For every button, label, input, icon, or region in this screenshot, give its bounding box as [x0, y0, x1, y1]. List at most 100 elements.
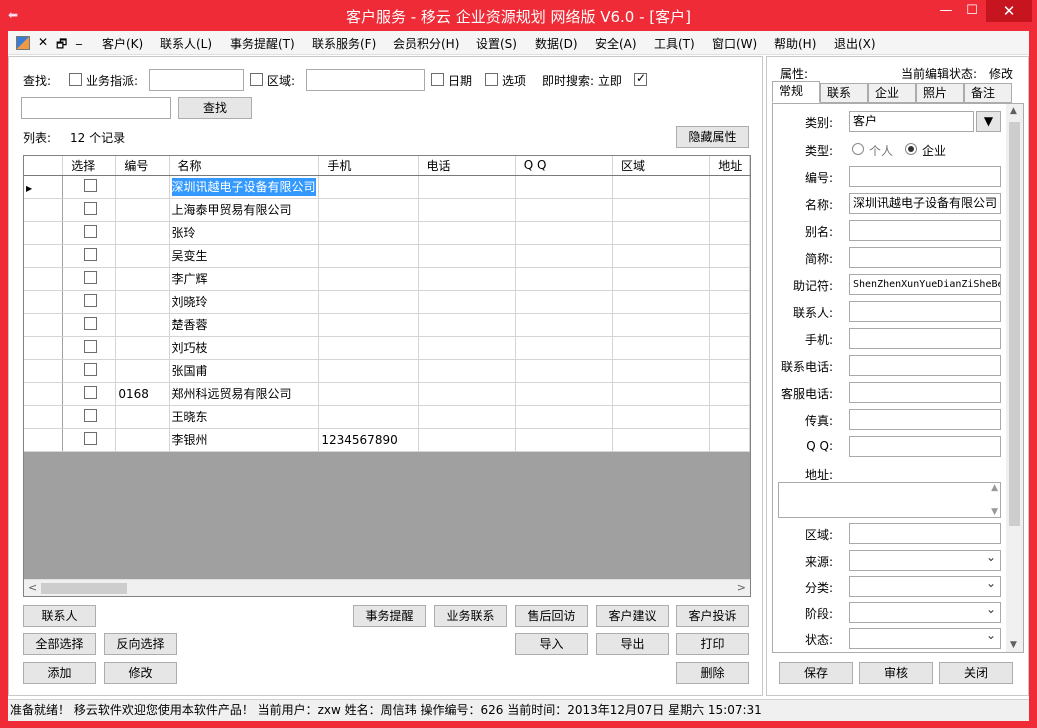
select-checkbox[interactable]: [83, 293, 97, 307]
cell-code[interactable]: [115, 221, 170, 245]
name-input[interactable]: 深圳讯越电子设备有限公司: [849, 193, 1001, 214]
status-select[interactable]: [849, 628, 1001, 649]
cell-code[interactable]: [115, 175, 170, 199]
scrollbar-thumb[interactable]: [41, 583, 127, 594]
region-input[interactable]: [306, 69, 425, 91]
cell-phone[interactable]: [418, 175, 516, 199]
cell-region[interactable]: [612, 336, 711, 360]
cell-code[interactable]: [115, 198, 170, 222]
cell-address[interactable]: [709, 244, 750, 268]
cell-code[interactable]: [115, 405, 170, 429]
cell-address[interactable]: [709, 267, 750, 291]
table-row[interactable]: 上海泰甲贸易有限公司: [24, 198, 750, 222]
cell-mobile[interactable]: [318, 359, 419, 383]
row-header[interactable]: [24, 405, 64, 429]
cell-code[interactable]: [115, 336, 170, 360]
form-scrollbar-thumb[interactable]: [1009, 122, 1020, 526]
row-select-checkbox[interactable]: [62, 428, 117, 452]
maximize-button[interactable]: ☐: [960, 0, 984, 22]
mnemonic-input[interactable]: ShenZhenXunYueDianZiSheBe: [849, 274, 1001, 295]
date-checkbox[interactable]: [431, 73, 444, 86]
table-row[interactable]: 刘晓玲: [24, 290, 750, 314]
cell-name[interactable]: 王晓东: [169, 405, 320, 429]
code-input[interactable]: [849, 166, 1001, 187]
select-checkbox[interactable]: [83, 385, 97, 399]
cell-name[interactable]: 刘晓玲: [169, 290, 320, 314]
table-row[interactable]: 李银州 1234567890: [24, 428, 750, 452]
cell-address[interactable]: [709, 382, 750, 406]
row-header[interactable]: [24, 428, 64, 452]
menu-window[interactable]: 窗口(W): [712, 35, 757, 52]
print-button[interactable]: 打印: [676, 633, 749, 655]
col-header-phone[interactable]: 电话: [418, 156, 516, 176]
scroll-left-icon[interactable]: <: [28, 581, 37, 594]
cell-code[interactable]: [115, 267, 170, 291]
row-select-checkbox[interactable]: [62, 382, 117, 406]
cell-mobile[interactable]: [318, 198, 419, 222]
cell-address[interactable]: [709, 359, 750, 383]
tab-notes[interactable]: 备注: [964, 83, 1012, 103]
scroll-down-icon[interactable]: ▼: [1010, 640, 1017, 650]
cell-region[interactable]: [612, 290, 711, 314]
contacts-button[interactable]: 联系人: [23, 605, 96, 627]
cell-code[interactable]: [115, 290, 170, 314]
col-header-region[interactable]: 区域: [612, 156, 711, 176]
owner-input[interactable]: [149, 69, 244, 91]
delete-button[interactable]: 删除: [676, 662, 749, 684]
cell-region[interactable]: [612, 405, 711, 429]
row-header[interactable]: [24, 382, 64, 406]
cell-region[interactable]: [612, 221, 711, 245]
find-button[interactable]: 查找: [178, 97, 252, 119]
menu-security[interactable]: 安全(A): [595, 35, 637, 52]
textarea-scroll-up-icon[interactable]: ▲: [991, 483, 998, 493]
cell-phone[interactable]: [418, 244, 516, 268]
edit-button[interactable]: 修改: [104, 662, 177, 684]
table-row[interactable]: 张玲: [24, 221, 750, 245]
cell-name[interactable]: 郑州科远贸易有限公司: [169, 382, 320, 406]
after-sales-button[interactable]: 售后回访: [515, 605, 588, 627]
row-select-checkbox[interactable]: [62, 198, 117, 222]
cell-mobile[interactable]: [318, 267, 419, 291]
cell-mobile[interactable]: [318, 336, 419, 360]
row-header[interactable]: [24, 313, 64, 337]
add-button[interactable]: 添加: [23, 662, 96, 684]
row-header[interactable]: [24, 198, 64, 222]
cell-qq[interactable]: [515, 428, 613, 452]
category-select[interactable]: 客户: [849, 111, 974, 132]
table-row[interactable]: ▶ 深圳讯越电子设备有限公司: [24, 175, 750, 199]
menu-reminders[interactable]: 事务提醒(T): [230, 35, 295, 52]
cell-qq[interactable]: [515, 313, 613, 337]
tab-general[interactable]: 常规: [772, 81, 820, 103]
row-header[interactable]: [24, 244, 64, 268]
close-window-button[interactable]: ✕: [986, 0, 1032, 22]
suggestion-button[interactable]: 客户建议: [596, 605, 669, 627]
class-select[interactable]: [849, 576, 1001, 597]
mdi-app-icon[interactable]: [16, 36, 30, 50]
cell-qq[interactable]: [515, 267, 613, 291]
fax-input[interactable]: [849, 409, 1001, 430]
row-select-checkbox[interactable]: [62, 336, 117, 360]
cell-code[interactable]: [115, 313, 170, 337]
cell-phone[interactable]: [418, 267, 516, 291]
alias-input[interactable]: [849, 220, 1001, 241]
select-checkbox[interactable]: [83, 247, 97, 261]
row-select-checkbox[interactable]: [62, 267, 117, 291]
cell-qq[interactable]: [515, 382, 613, 406]
select-checkbox[interactable]: [83, 178, 97, 192]
short-name-input[interactable]: [849, 247, 1001, 268]
cell-address[interactable]: [709, 313, 750, 337]
col-header-qq[interactable]: Q Q: [515, 156, 613, 176]
menu-data[interactable]: 数据(D): [535, 35, 578, 52]
table-row[interactable]: 刘巧枝: [24, 336, 750, 360]
table-row[interactable]: 李广辉: [24, 267, 750, 291]
type-company-radio[interactable]: [905, 143, 917, 155]
region-field-input[interactable]: [849, 523, 1001, 544]
mobile-input[interactable]: [849, 328, 1001, 349]
cell-qq[interactable]: [515, 405, 613, 429]
instant-search-checkbox[interactable]: [634, 71, 647, 86]
cell-address[interactable]: [709, 221, 750, 245]
form-vertical-scrollbar[interactable]: ▲ ▼: [1006, 104, 1023, 652]
cell-mobile[interactable]: [318, 221, 419, 245]
row-header[interactable]: [24, 221, 64, 245]
cell-region[interactable]: [612, 175, 711, 199]
